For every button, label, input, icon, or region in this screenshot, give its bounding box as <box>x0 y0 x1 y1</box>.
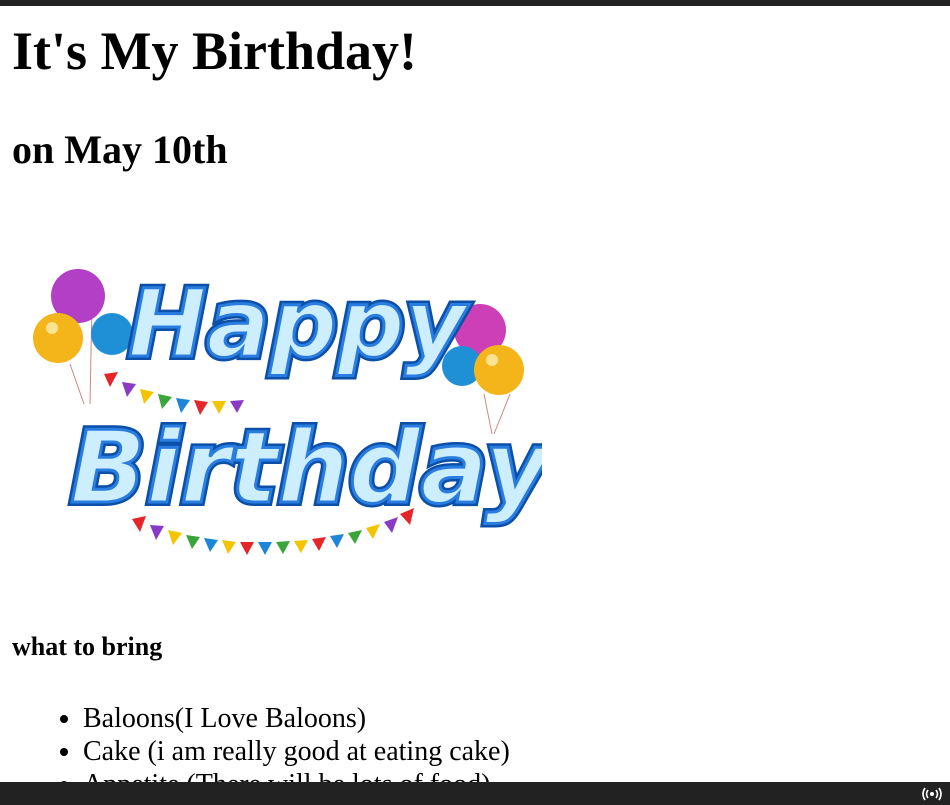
list-item: Cake (i am really good at eating cake) <box>83 735 510 768</box>
page-title: It's My Birthday! <box>12 21 417 81</box>
top-bar <box>0 0 950 6</box>
broadcast-icon[interactable] <box>922 786 942 802</box>
banner-text-birthday-outline: Birthday <box>70 409 542 526</box>
happy-birthday-image: Happy Happy Birthday Birthday <box>33 266 542 555</box>
section-heading: what to bring <box>12 632 163 661</box>
page-subtitle: on May 10th <box>12 127 228 172</box>
banner-text-happy-outline: Happy <box>128 270 470 379</box>
list-item: Baloons(I Love Baloons) <box>83 702 510 735</box>
bottom-bar <box>0 782 950 805</box>
balloon-group-left <box>33 269 133 405</box>
